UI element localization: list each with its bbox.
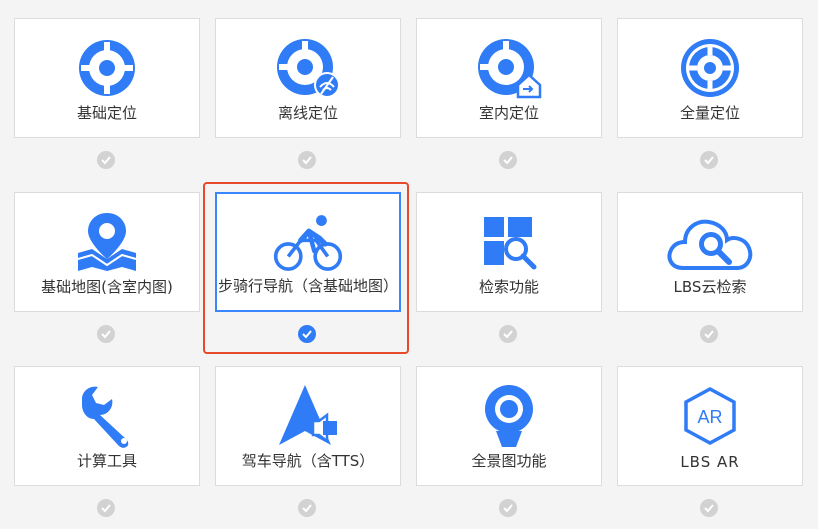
checkmark-icon: [302, 330, 312, 339]
select-checkbox[interactable]: [97, 325, 115, 343]
select-checkbox[interactable]: [700, 499, 718, 517]
cloud-search-icon: [662, 207, 758, 277]
wrench-icon: [72, 381, 142, 451]
feature-card-full-location[interactable]: 全量定位: [617, 18, 803, 138]
feature-card-lbs-cloud-search[interactable]: LBS云检索: [617, 192, 803, 312]
select-checkbox[interactable]: [499, 499, 517, 517]
checkmark-icon: [503, 504, 513, 513]
feature-card-offline-location[interactable]: 离线定位: [215, 18, 401, 138]
ar-icon: AR: [675, 381, 745, 451]
feature-label: 步骑行导航（含基础地图）: [217, 277, 398, 295]
location-target-icon: [72, 33, 142, 103]
feature-label: 离线定位: [277, 104, 338, 122]
full-location-icon: [675, 33, 745, 103]
select-checkbox[interactable]: [298, 151, 316, 169]
feature-card-indoor-location[interactable]: 室内定位: [416, 18, 602, 138]
select-checkbox[interactable]: [97, 499, 115, 517]
checkmark-icon: [101, 504, 111, 513]
feature-label: LBS云检索: [673, 278, 747, 296]
feature-label: 全景图功能: [471, 452, 547, 470]
bicycle-rider-icon: [273, 208, 343, 278]
svg-text:AR: AR: [697, 407, 722, 427]
feature-card-cycling-navigation[interactable]: 步骑行导航（含基础地图）: [215, 192, 401, 312]
feature-card-basic-location[interactable]: 基础定位: [14, 18, 200, 138]
panorama-camera-icon: [474, 381, 544, 451]
feature-label: 室内定位: [478, 104, 539, 122]
feature-label: LBS AR: [680, 453, 740, 471]
checkmark-icon: [503, 330, 513, 339]
feature-label: 基础定位: [76, 104, 137, 122]
checkmark-icon: [704, 330, 714, 339]
checkmark-icon: [302, 156, 312, 165]
car-navigation-icon: [273, 381, 343, 451]
feature-label: 全量定位: [679, 104, 740, 122]
select-checkbox-checked[interactable]: [298, 325, 316, 343]
feature-card-panorama[interactable]: 全景图功能: [416, 366, 602, 486]
feature-card-basic-map[interactable]: 基础地图(含室内图): [14, 192, 200, 312]
feature-label: 驾车导航（含TTS）: [241, 452, 375, 470]
feature-label: 计算工具: [76, 452, 137, 470]
feature-card-calc-tools[interactable]: 计算工具: [14, 366, 200, 486]
select-checkbox[interactable]: [499, 151, 517, 169]
feature-label: 检索功能: [478, 278, 539, 296]
checkmark-icon: [704, 504, 714, 513]
checkmark-icon: [503, 156, 513, 165]
checkmark-icon: [101, 156, 111, 165]
select-checkbox[interactable]: [499, 325, 517, 343]
search-grid-icon: [474, 207, 544, 277]
feature-label: 基础地图(含室内图): [41, 278, 173, 296]
feature-card-lbs-ar[interactable]: AR LBS AR: [617, 366, 803, 486]
checkmark-icon: [302, 504, 312, 513]
select-checkbox[interactable]: [700, 325, 718, 343]
checkmark-icon: [704, 156, 714, 165]
select-checkbox[interactable]: [700, 151, 718, 169]
feature-card-driving-navigation[interactable]: 驾车导航（含TTS）: [215, 366, 401, 486]
offline-location-icon: [273, 33, 343, 103]
select-checkbox[interactable]: [298, 499, 316, 517]
select-checkbox[interactable]: [97, 151, 115, 169]
feature-card-search[interactable]: 检索功能: [416, 192, 602, 312]
indoor-location-icon: [474, 33, 544, 103]
feature-grid: 基础定位 离线定位 室内定位 全量定位 基础地图(含室内图) 步骑行导航（含基础…: [0, 0, 818, 529]
map-pin-icon: [72, 207, 142, 277]
checkmark-icon: [101, 330, 111, 339]
